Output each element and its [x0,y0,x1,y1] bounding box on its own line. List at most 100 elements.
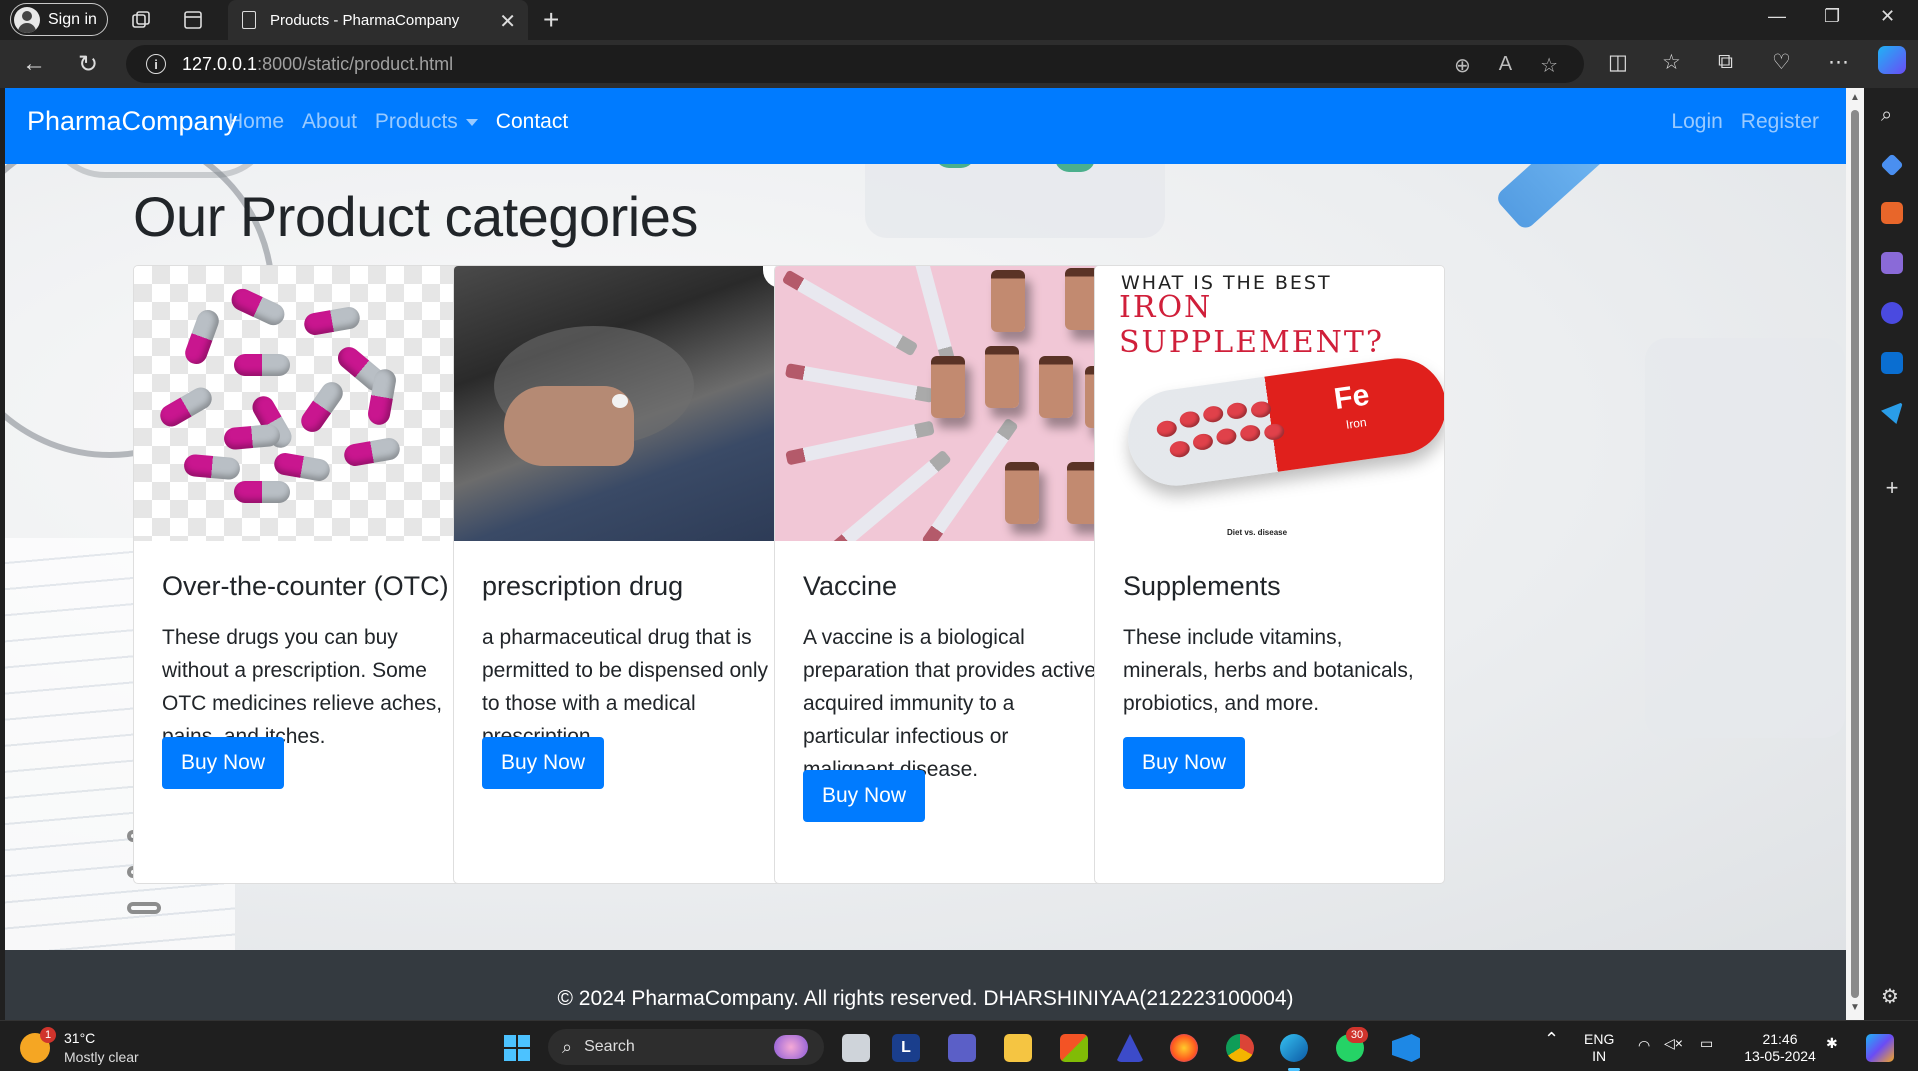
nav-products-dropdown[interactable]: Products [366,110,487,134]
firefox-icon[interactable] [1170,1034,1198,1062]
back-icon[interactable]: ← [22,50,46,78]
minimize-icon[interactable]: — [1768,6,1786,27]
brand-logo[interactable]: PharmaCompany [27,106,237,137]
show-hidden-icons-icon[interactable]: ⌃ [1544,1030,1559,1048]
new-tab-button[interactable]: + [543,4,559,36]
scroll-up-icon[interactable]: ▲ [1850,92,1860,103]
split-screen-icon[interactable]: ◫ [1608,50,1628,75]
arc-icon[interactable] [1116,1034,1144,1062]
clock[interactable]: 21:46 13-05-2024 [1744,1031,1816,1065]
search-label: Search [584,1038,635,1055]
iron-supplement-image: WHAT IS THE BEST IRON SUPPLEMENT? Fe Iro… [1095,266,1444,541]
otc-capsules-image [134,266,483,541]
refresh-icon[interactable]: ↻ [78,50,98,79]
vaccine-syringes-photo [775,266,1124,541]
image-brand: Diet vs. disease [1227,528,1288,537]
vscode-icon[interactable] [1392,1034,1420,1062]
image-caption-line2: IRON SUPPLEMENT? [1119,290,1384,360]
tools-icon[interactable] [1881,202,1903,224]
volume-muted-icon[interactable]: ◁× [1664,1035,1683,1052]
taskbar-search[interactable]: ⌕ Search [548,1029,824,1065]
windows-start-icon[interactable] [504,1035,530,1061]
restore-icon[interactable]: ❐ [1824,6,1840,27]
wifi-icon[interactable]: ◠ [1638,1037,1650,1054]
weather-badge: 1 [40,1027,56,1043]
address-bar[interactable]: i 127.0.0.1:8000/static/product.html ⊕ A… [126,45,1584,83]
profile-avatar-icon [14,6,40,33]
copilot-icon[interactable] [1878,46,1906,74]
site-navbar: PharmaCompany Home About Products Contac… [5,88,1846,164]
buy-now-button-supplements[interactable]: Buy Now [1123,737,1245,789]
close-tab-icon[interactable]: ✕ [499,9,516,34]
page-icon [242,11,256,29]
edge-icon[interactable] [1280,1034,1308,1071]
nav-login[interactable]: Login [1662,110,1731,134]
microsoft-store-icon[interactable] [1060,1034,1088,1062]
clock-date: 13-05-2024 [1744,1048,1816,1064]
product-card-vaccine: Vaccine A vaccine is a biological prepar… [774,265,1125,884]
pill-symbol: Fe [1332,378,1372,417]
read-aloud-icon[interactable]: A [1499,53,1512,78]
prescription-pill-photo [454,266,803,541]
site-info-icon[interactable]: i [146,54,166,74]
copilot-sidebar-icon[interactable] [1881,302,1903,324]
teams-icon[interactable] [948,1034,976,1062]
shopping-tag-icon[interactable] [1880,153,1904,177]
chrome-icon[interactable] [1226,1034,1254,1062]
card-title: Vaccine [803,571,898,601]
dropdown-caret-icon [465,118,478,126]
scrollbar-thumb[interactable] [1851,110,1859,998]
settings-gear-icon[interactable]: ⚙ [1881,984,1903,1008]
windows-taskbar: 1 31°C Mostly clear ⌕ Search L 30 ⌃ ENG … [0,1020,1918,1071]
weather-temperature[interactable]: 31°C [64,1030,95,1046]
search-icon[interactable]: ⌕ [1881,104,1903,126]
games-icon[interactable] [1881,252,1903,274]
card-title: Supplements [1123,571,1281,601]
favorite-star-icon[interactable]: ☆ [1540,53,1558,78]
zoom-icon[interactable]: ⊕ [1454,53,1471,78]
page-viewport: PharmaCompany Home About Products Contac… [5,88,1846,1020]
address-toolbar: ← ↻ i 127.0.0.1:8000/static/product.html… [0,40,1918,88]
nav-products[interactable]: Products [366,110,458,134]
app-l-icon[interactable]: L [892,1034,920,1062]
nav-contact[interactable]: Contact [487,110,577,134]
collections-icon[interactable]: ⧉ [1718,50,1733,74]
nav-home[interactable]: Home [219,110,293,134]
send-icon[interactable] [1881,402,1903,424]
notifications-icon[interactable]: ✱ [1826,1035,1838,1052]
card-title: Over-the-counter (OTC) [162,571,449,601]
buy-now-button-otc[interactable]: Buy Now [162,737,284,789]
language-code: ENG [1584,1031,1615,1047]
tab-title: Products - PharmaCompany [270,11,460,29]
close-window-icon[interactable]: ✕ [1880,6,1895,27]
battery-icon[interactable]: ▭ [1700,1035,1713,1052]
workspaces-icon[interactable] [130,9,152,31]
more-menu-icon[interactable]: ⋯ [1828,50,1849,75]
profile-sign-in-button[interactable]: Sign in [10,3,108,36]
language-indicator[interactable]: ENG IN [1584,1031,1614,1065]
footer-copyright: © 2024 PharmaCompany. All rights reserve… [557,987,1294,1010]
whatsapp-badge: 30 [1346,1027,1368,1043]
add-icon[interactable]: + [1881,477,1903,500]
card-text: These drugs you can buy without a prescr… [162,626,443,748]
browser-essentials-icon[interactable]: ♡ [1772,50,1791,75]
buy-now-button-vaccine[interactable]: Buy Now [803,770,925,822]
tab-products[interactable]: Products - PharmaCompany ✕ [228,0,528,40]
outlook-icon[interactable] [1881,352,1903,374]
file-explorer-icon[interactable] [1004,1034,1032,1062]
weather-description[interactable]: Mostly clear [64,1049,139,1065]
card-text: A vaccine is a biological preparation th… [803,626,1097,781]
nav-register[interactable]: Register [1732,110,1828,134]
vertical-tabs-icon[interactable] [182,9,204,31]
scroll-down-icon[interactable]: ▼ [1850,1002,1860,1013]
task-view-icon[interactable] [842,1034,870,1062]
page-scrollbar[interactable]: ▲ ▼ [1846,88,1864,1020]
product-card-otc: Over-the-counter (OTC) These drugs you c… [133,265,484,884]
copilot-taskbar-icon[interactable] [1866,1034,1894,1062]
card-text: These include vitamins, minerals, herbs … [1123,626,1414,715]
clock-time: 21:46 [1762,1031,1798,1047]
favorites-icon[interactable]: ☆ [1662,50,1681,75]
edge-sidebar: ⌕ + ⚙ [1864,88,1918,1020]
nav-about[interactable]: About [293,110,366,134]
buy-now-button-prescription[interactable]: Buy Now [482,737,604,789]
